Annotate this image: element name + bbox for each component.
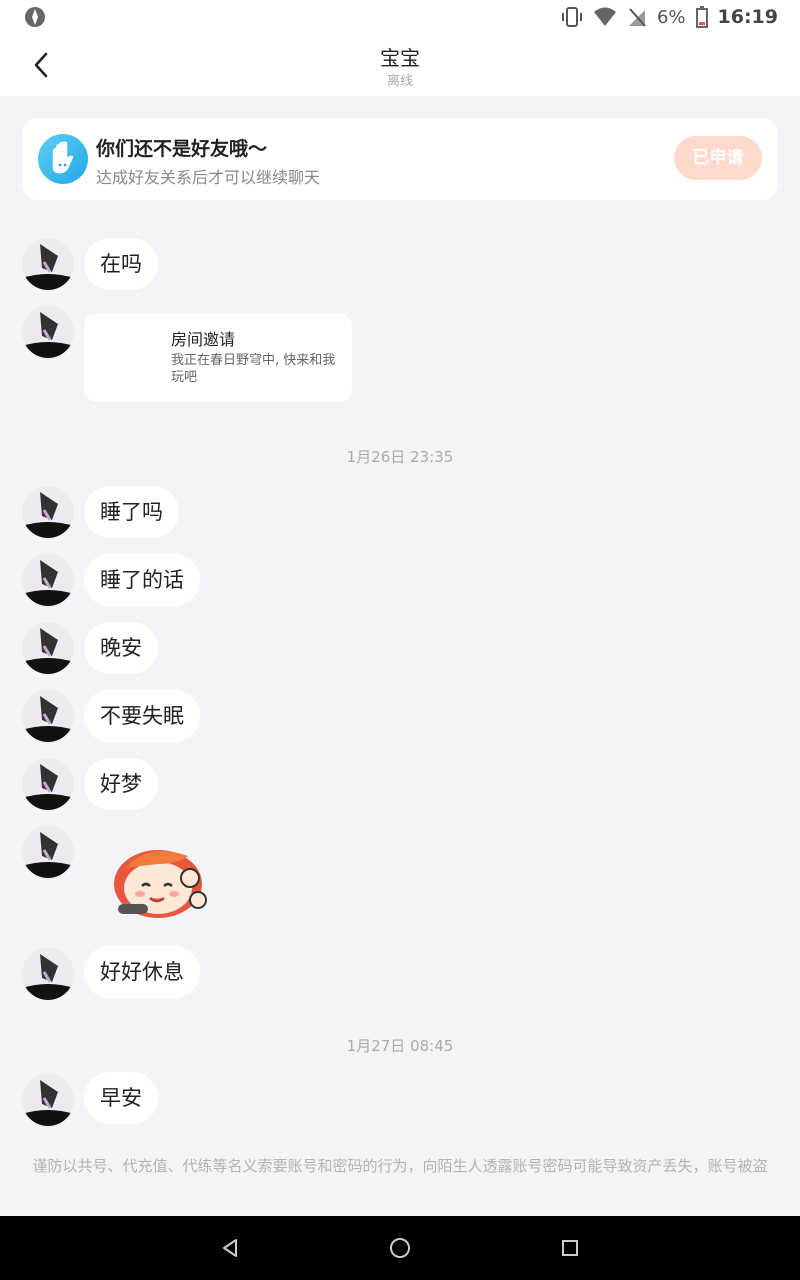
- system-nav-bar: [0, 1216, 800, 1280]
- battery-icon: [695, 6, 708, 28]
- no-signal-icon: [628, 8, 646, 27]
- avatar[interactable]: [22, 486, 74, 538]
- avatar[interactable]: [22, 948, 74, 1000]
- online-status: 离线: [386, 74, 413, 89]
- message-bubble[interactable]: 好好休息: [84, 946, 200, 998]
- nav-back-icon[interactable]: [220, 1238, 240, 1258]
- avatar[interactable]: [22, 1074, 74, 1126]
- chat-header: 宝宝 离线: [0, 34, 800, 96]
- message-bubble[interactable]: 早安: [84, 1072, 158, 1124]
- avatar[interactable]: [22, 622, 74, 674]
- sticker-icon[interactable]: [108, 838, 216, 926]
- avatar[interactable]: [22, 826, 74, 878]
- notice-subtitle: 达成好友关系后才可以继续聊天: [96, 168, 321, 187]
- vibrate-icon: [561, 7, 582, 27]
- wave-hand-icon: [38, 134, 88, 184]
- message-timestamp: 1月27日 08:45: [346, 1037, 454, 1055]
- avatar[interactable]: [22, 758, 74, 810]
- message-bubble[interactable]: 好梦: [84, 758, 158, 810]
- security-warning: 谨防以共号、代充值、代练等名义索要账号和密码的行为，向陌生人透露账号密码可能导致…: [32, 1157, 768, 1175]
- contact-name: 宝宝: [380, 46, 420, 70]
- room-invite-card[interactable]: 房间邀请 我正在春日野穹中, 快来和我玩吧: [84, 314, 352, 402]
- invite-description: 我正在春日野穹中, 快来和我玩吧: [171, 353, 336, 385]
- message-timestamp: 1月26日 23:35: [346, 448, 454, 466]
- status-bar: 6% 16:19: [0, 0, 800, 34]
- message-bubble[interactable]: 在吗: [84, 238, 158, 290]
- battery-percent: 6%: [656, 6, 686, 28]
- notice-title: 你们还不是好友哦～: [96, 138, 268, 160]
- invite-title: 房间邀请: [171, 330, 236, 349]
- avatar[interactable]: [22, 238, 74, 290]
- wifi-icon: [593, 7, 616, 26]
- message-bubble[interactable]: 睡了的话: [84, 554, 200, 606]
- friend-request-notice: 你们还不是好友哦～ 达成好友关系后才可以继续聊天 已申请: [22, 118, 778, 200]
- avatar[interactable]: [22, 690, 74, 742]
- avatar[interactable]: [22, 306, 74, 358]
- applied-button[interactable]: 已申请: [674, 136, 762, 180]
- nav-home-icon[interactable]: [389, 1237, 411, 1259]
- message-bubble[interactable]: 晚安: [84, 622, 158, 674]
- clock: 16:19: [717, 6, 778, 28]
- message-bubble[interactable]: 睡了吗: [84, 486, 179, 538]
- message-bubble[interactable]: 不要失眠: [84, 690, 200, 742]
- app-notification-icon: [25, 7, 45, 27]
- nav-recents-icon[interactable]: [561, 1239, 579, 1257]
- avatar[interactable]: [22, 554, 74, 606]
